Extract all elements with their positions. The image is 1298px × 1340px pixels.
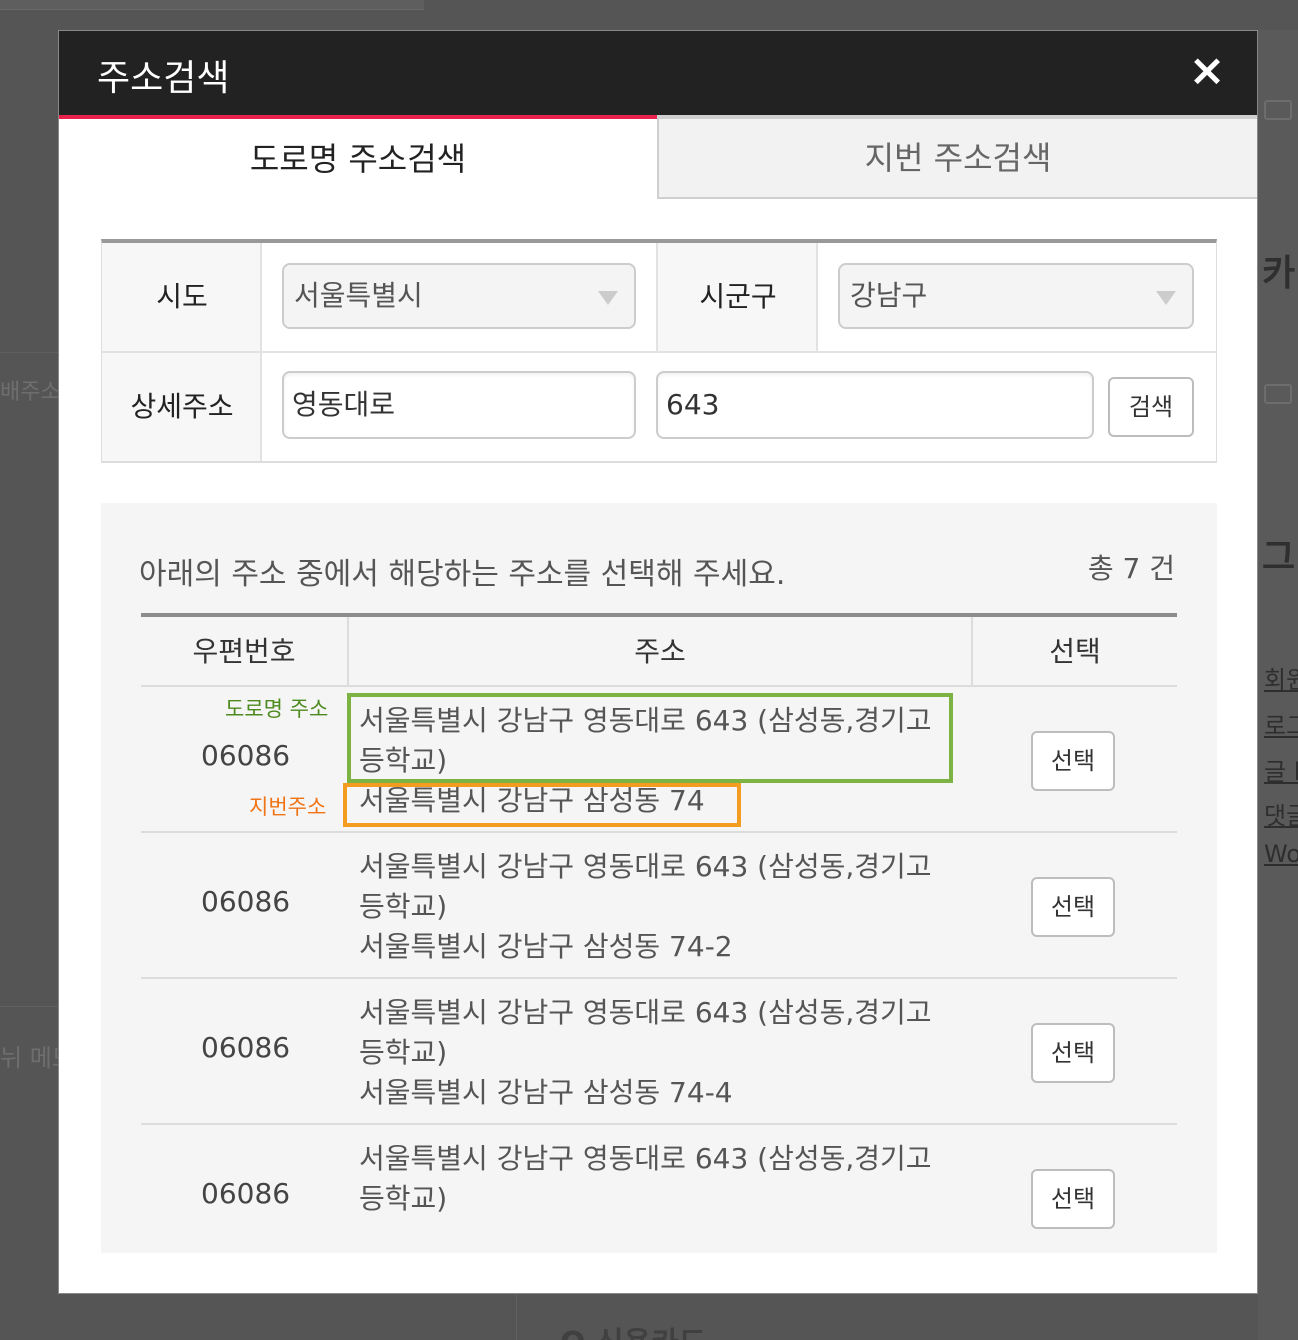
- detail-address-label: 상세주소: [102, 353, 262, 461]
- road-address-line: 서울특별시 강남구 영동대로 643 (삼성동,경기고: [359, 996, 932, 1029]
- zip-code: 06086: [201, 1031, 291, 1064]
- background-divider: [0, 352, 58, 353]
- column-header-select: 선택: [1049, 635, 1101, 668]
- table-row: 06086 서울특별시 강남구 영동대로 643 (삼성동,경기고 등학교) 선…: [141, 1125, 1177, 1253]
- background-link[interactable]: Wo: [1264, 840, 1298, 868]
- folder-icon: [1264, 100, 1292, 120]
- results-table-header: 우편번호 주소 선택: [141, 613, 1177, 687]
- background-divider: [0, 1006, 58, 1007]
- sido-select-value: 서울특별시: [294, 279, 423, 312]
- results-table: 우편번호 주소 선택 도로명 주소 지번주소 06086 서울특별시 강남구 영…: [141, 613, 1177, 1253]
- building-number-input[interactable]: 643: [656, 371, 1094, 439]
- column-header-address: 주소: [634, 635, 686, 668]
- modal-title: 주소검색: [97, 58, 230, 99]
- sigungu-label: 시군구: [658, 243, 818, 351]
- results-total-count: 총 7 건: [1087, 552, 1175, 585]
- table-row: 도로명 주소 지번주소 06086 서울특별시 강남구 영동대로 643 (삼성…: [141, 687, 1177, 833]
- form-divider: [102, 351, 1216, 353]
- road-address-highlight: [347, 693, 953, 783]
- folder-icon: [1264, 384, 1292, 404]
- table-row: 06086 서울특별시 강남구 영동대로 643 (삼성동,경기고 등학교) 서…: [141, 979, 1177, 1125]
- zip-code: 06086: [201, 1177, 291, 1210]
- tab-jibun-address-search[interactable]: 지번 주소검색: [657, 115, 1257, 199]
- search-button[interactable]: 검색: [1108, 377, 1194, 437]
- background-text: Q 신용카드: [560, 1318, 706, 1340]
- background-text: 배주소: [0, 380, 61, 405]
- table-row: 06086 서울특별시 강남구 영동대로 643 (삼성동,경기고 등학교) 서…: [141, 833, 1177, 979]
- column-header-zip: 우편번호: [192, 635, 296, 668]
- road-name-input[interactable]: 영동대로: [282, 371, 636, 439]
- background-link[interactable]: 회원: [1264, 660, 1298, 695]
- form-divider: [260, 243, 262, 461]
- road-address-line: 등학교): [359, 890, 448, 923]
- road-address-line: 등학교): [359, 1182, 448, 1215]
- tab-bar: 도로명 주소검색 지번 주소검색: [59, 115, 1257, 199]
- close-icon[interactable]: ×: [1185, 49, 1229, 93]
- road-address-line: 등학교): [359, 1036, 448, 1069]
- background-divider: [516, 1294, 517, 1340]
- zip-code: 06086: [201, 885, 291, 918]
- sigungu-select-value: 강남구: [850, 279, 928, 312]
- road-address-line: 서울특별시 강남구 영동대로 643 (삼성동,경기고: [359, 1142, 932, 1175]
- modal-header: 주소검색 ×: [59, 31, 1257, 115]
- tab-road-address-search[interactable]: 도로명 주소검색: [59, 115, 657, 199]
- form-divider: [656, 243, 658, 351]
- background-heading: 그: [1262, 537, 1296, 578]
- search-form: 시도 시군구 상세주소 서울특별시 강남구 영동대로 643 검색: [101, 239, 1217, 463]
- jibun-address: 서울특별시 강남구 삼성동 74-4: [359, 1076, 733, 1109]
- select-address-button[interactable]: 선택: [1031, 1023, 1115, 1083]
- jibun-address-tag: 지번주소: [249, 795, 327, 819]
- select-address-button[interactable]: 선택: [1031, 731, 1115, 791]
- background-topbar: [0, 0, 424, 10]
- background-link[interactable]: 글 l: [1264, 752, 1298, 787]
- background-heading: 카: [1262, 253, 1296, 294]
- road-address-tag: 도로명 주소: [225, 697, 329, 721]
- background-link[interactable]: 로그: [1264, 706, 1298, 741]
- zip-code: 06086: [201, 739, 291, 772]
- chevron-down-icon: [598, 291, 618, 305]
- jibun-address: 서울특별시 강남구 삼성동 74-2: [359, 930, 733, 963]
- sido-label: 시도: [102, 243, 262, 351]
- road-address-line: 서울특별시 강남구 영동대로 643 (삼성동,경기고: [359, 850, 932, 883]
- sigungu-select[interactable]: 강남구: [838, 263, 1194, 329]
- form-divider: [816, 243, 818, 351]
- select-address-button[interactable]: 선택: [1031, 877, 1115, 937]
- chevron-down-icon: [1156, 291, 1176, 305]
- sido-select[interactable]: 서울특별시: [282, 263, 636, 329]
- jibun-address-highlight: [343, 783, 741, 827]
- results-panel: 아래의 주소 중에서 해당하는 주소를 선택해 주세요. 총 7 건 우편번호 …: [101, 503, 1217, 1253]
- select-address-button[interactable]: 선택: [1031, 1169, 1115, 1229]
- address-search-modal: 주소검색 × 도로명 주소검색 지번 주소검색 시도 시군구 상세주소 서울특별…: [58, 30, 1258, 1294]
- background-link[interactable]: 댓글: [1264, 796, 1298, 831]
- results-instruction: 아래의 주소 중에서 해당하는 주소를 선택해 주세요.: [139, 557, 786, 592]
